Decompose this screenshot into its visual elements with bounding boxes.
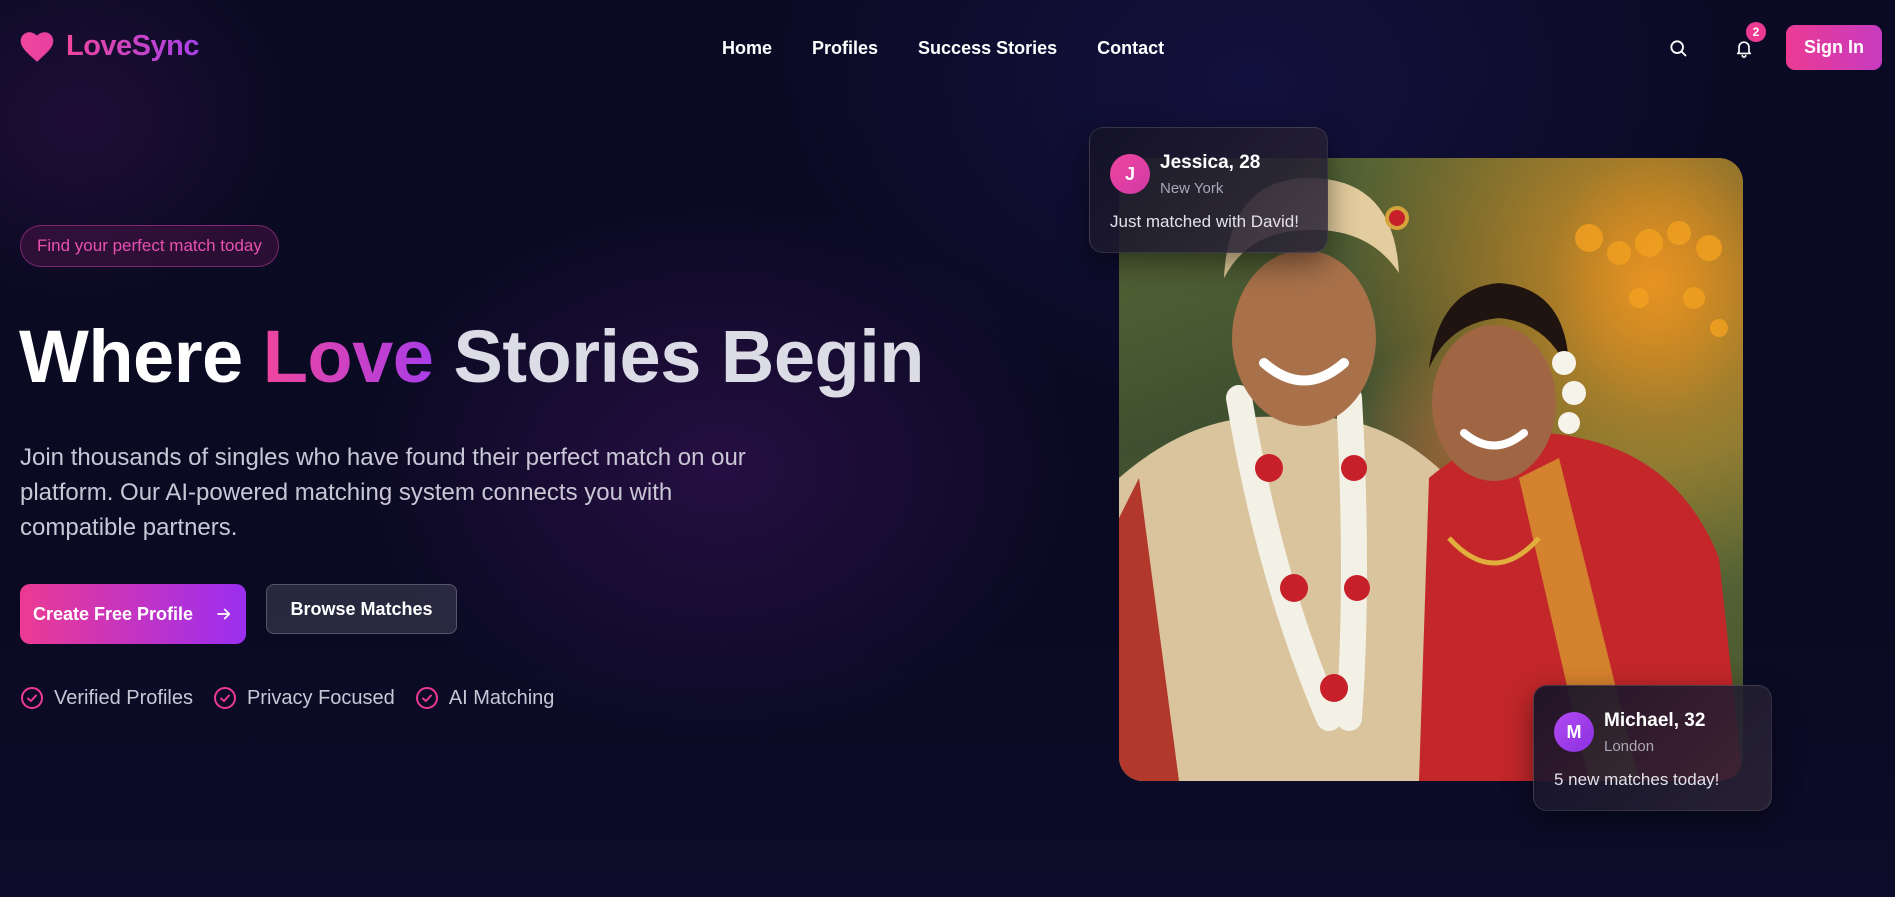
avatar: M — [1554, 712, 1594, 752]
match-card-michael: M Michael, 32 London 5 new matches today… — [1533, 685, 1772, 811]
feature-label: AI Matching — [448, 686, 555, 709]
feature-label: Privacy Focused — [246, 686, 395, 709]
nav-link-home[interactable]: Home — [722, 38, 772, 59]
card-location: London — [1604, 738, 1655, 755]
top-navigation: LoveSync Home Profiles Success Stories C… — [0, 0, 1895, 96]
avatar: J — [1110, 154, 1150, 194]
arrow-right-icon — [217, 608, 231, 620]
create-profile-label: Create Free Profile — [32, 603, 194, 624]
nav-link-profiles[interactable]: Profiles — [812, 38, 878, 59]
feature-item: Privacy Focused — [213, 686, 395, 710]
nav-links: Home Profiles Success Stories Contact — [722, 38, 1164, 59]
hero-subtext: Join thousands of singles who have found… — [20, 444, 746, 541]
search-icon — [1670, 40, 1687, 57]
feature-label: Verified Profiles — [54, 686, 193, 709]
nav-link-contact[interactable]: Contact — [1097, 38, 1164, 59]
sign-in-button[interactable]: Sign In — [1786, 25, 1882, 70]
create-profile-button[interactable]: Create Free Profile — [20, 584, 246, 644]
card-location: New York — [1160, 180, 1224, 197]
notifications-button[interactable]: 2 — [1726, 22, 1766, 66]
card-message: 5 new matches today! — [1554, 770, 1720, 789]
card-name: Michael, 32 — [1604, 710, 1706, 731]
match-card-jessica: J Jessica, 28 New York Just matched with… — [1089, 127, 1328, 253]
brand-name: LoveSync — [66, 30, 200, 62]
heart-icon — [20, 31, 54, 62]
nav-link-success-stories[interactable]: Success Stories — [918, 38, 1057, 59]
check-circle-icon — [415, 687, 438, 709]
check-circle-icon — [21, 687, 43, 709]
notification-badge: 2 — [1746, 22, 1766, 42]
tagline-pill: Find your perfect match today — [20, 225, 279, 267]
hero-headline: Where Love Stories Begin — [19, 312, 924, 402]
browse-matches-button[interactable]: Browse Matches — [266, 584, 457, 634]
headline-part-1: Where — [19, 315, 263, 398]
headline-part-2: Stories Begin — [433, 315, 924, 398]
brand-logo[interactable]: LoveSync — [20, 30, 200, 63]
feature-item: Verified Profiles — [20, 686, 193, 710]
card-message: Just matched with David! — [1110, 212, 1299, 231]
feature-list: Verified Profiles Privacy Focused AI Mat… — [20, 686, 554, 710]
search-button[interactable] — [1660, 30, 1696, 66]
feature-item: AI Matching — [415, 686, 555, 710]
check-circle-icon — [213, 687, 236, 709]
card-name: Jessica, 28 — [1160, 152, 1261, 173]
headline-highlight: Love — [262, 315, 434, 398]
